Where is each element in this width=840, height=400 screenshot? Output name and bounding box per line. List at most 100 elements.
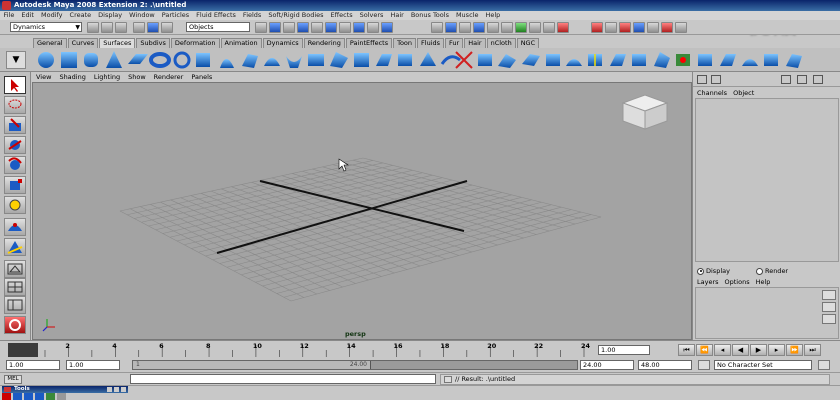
character-set-dropdown[interactable]: No Character Set	[714, 360, 812, 370]
nurbs-plane-icon[interactable]	[128, 54, 148, 64]
panel-menu-panels[interactable]: Panels	[187, 72, 216, 82]
save-scene-icon[interactable]	[115, 22, 127, 33]
object-menu[interactable]: Object	[733, 89, 760, 97]
panel-menu-shading[interactable]: Shading	[55, 72, 89, 82]
select-tool-icon[interactable]	[4, 76, 26, 94]
menu-modify[interactable]: Modify	[37, 11, 66, 20]
tab-painteffects[interactable]: PaintEffects	[345, 37, 393, 48]
scale-tool-icon[interactable]	[4, 176, 26, 194]
perspective-viewport[interactable]: persp	[32, 82, 692, 340]
create-layer-from-selected-icon[interactable]	[822, 302, 836, 312]
boundary-icon[interactable]	[330, 52, 348, 68]
menu-fields[interactable]: Fields	[239, 11, 264, 20]
show-manipulator-tool-icon[interactable]	[4, 238, 26, 256]
scale-tool-mini-icon[interactable]	[35, 393, 44, 400]
tab-animation[interactable]: Animation	[220, 37, 262, 48]
insert-isoparm-icon[interactable]	[588, 54, 602, 66]
channel-box-toggle-icon[interactable]	[675, 22, 687, 33]
tab-curves[interactable]: Curves	[67, 37, 99, 48]
script-editor-icon[interactable]	[444, 376, 452, 383]
menuset-dropdown[interactable]: Dynamics ▼	[10, 22, 82, 32]
menu-soft-rigid-bodies[interactable]: Soft/Rigid Bodies	[265, 11, 327, 20]
options-menu[interactable]: Options	[725, 278, 756, 286]
render-radio-icon[interactable]	[755, 267, 763, 275]
rotate-tool-icon[interactable]	[4, 156, 26, 174]
input-output-icon[interactable]	[501, 22, 513, 33]
tab-surfaces[interactable]: Surfaces	[99, 37, 136, 48]
construction-history-icon[interactable]	[515, 22, 527, 33]
rotate-tool-mini-icon[interactable]	[24, 393, 33, 400]
attach-surfaces-icon[interactable]	[498, 54, 516, 68]
render-layout-icon[interactable]	[4, 316, 26, 334]
manipulator-tool-icon[interactable]	[4, 196, 26, 214]
square-surface-icon[interactable]	[354, 53, 369, 67]
numeric-input-icon[interactable]	[605, 22, 617, 33]
menu-particles[interactable]: Particles	[158, 11, 192, 20]
auto-key-icon[interactable]	[818, 360, 830, 370]
mask-surfaces-icon[interactable]	[297, 22, 309, 33]
soft-mod-tool-icon[interactable]	[4, 218, 26, 236]
range-handle[interactable]: 1 24.00	[133, 361, 371, 369]
layers-menu[interactable]: Layers	[697, 278, 725, 286]
open-scene-icon[interactable]	[101, 22, 113, 33]
current-time-field[interactable]: 1.00	[598, 345, 650, 355]
quick-select-icon[interactable]	[591, 22, 603, 33]
current-frame-marker[interactable]	[8, 343, 38, 357]
lasso-tool-icon[interactable]	[4, 96, 26, 114]
mask-rendering-icon[interactable]	[339, 22, 351, 33]
menu-hair[interactable]: Hair	[387, 11, 407, 20]
tab-deformation[interactable]: Deformation	[170, 37, 220, 48]
character-icon[interactable]	[698, 360, 710, 370]
tab-rendering[interactable]: Rendering	[303, 37, 345, 48]
mask-dynamics-icon[interactable]	[325, 22, 337, 33]
channels-menu[interactable]: Channels	[697, 89, 733, 97]
bevel-icon[interactable]	[376, 54, 392, 66]
project-curve-icon[interactable]	[440, 55, 461, 65]
menu-effects[interactable]: Effects	[327, 11, 356, 20]
align-surfaces-icon[interactable]	[546, 54, 560, 66]
help-menu[interactable]: Help	[756, 278, 777, 286]
layer-editor-view-icon[interactable]	[711, 75, 721, 84]
panel-menu-renderer[interactable]: Renderer	[150, 72, 188, 82]
close-icon[interactable]	[121, 387, 126, 392]
step-forward-key-icon[interactable]: ▸	[768, 344, 785, 356]
rebuild-surfaces-icon[interactable]	[654, 52, 670, 68]
start-time-field[interactable]: 1.00	[6, 360, 60, 370]
snap-point-icon[interactable]	[459, 22, 471, 33]
range-end-field[interactable]: 48.00	[638, 360, 692, 370]
tab-toon[interactable]: Toon	[393, 37, 417, 48]
tab-subdivs[interactable]: Subdivs	[136, 37, 170, 48]
nurbs-torus-icon[interactable]	[149, 52, 171, 68]
end-time-field[interactable]: 24.00	[580, 360, 634, 370]
untrim-icon[interactable]	[478, 54, 492, 66]
mask-curves-icon[interactable]	[283, 22, 295, 33]
step-back-key-icon[interactable]: ◂	[714, 344, 731, 356]
paint-select-tool-icon[interactable]	[4, 116, 26, 134]
playback-range-bar[interactable]: 1 24.00	[132, 360, 578, 370]
go-to-end-icon[interactable]: ⏭	[804, 344, 821, 356]
range-start-field[interactable]: 1.00	[66, 360, 120, 370]
single-perspective-layout-icon[interactable]	[4, 260, 26, 278]
lock-selection-icon[interactable]	[367, 22, 379, 33]
offset-surfaces-icon[interactable]	[632, 54, 646, 66]
magnet-icon[interactable]	[661, 22, 673, 33]
surface-editing-icon[interactable]	[764, 54, 778, 66]
mask-misc-icon[interactable]	[353, 22, 365, 33]
rename-icon[interactable]	[619, 22, 631, 33]
tab-ncloth[interactable]: nCloth	[486, 37, 516, 48]
new-scene-icon[interactable]	[87, 22, 99, 33]
play-forwards-icon[interactable]: ▶	[750, 344, 767, 356]
tool-settings-toggle-icon[interactable]	[647, 22, 659, 33]
nurbs-cylinder-icon[interactable]	[84, 53, 98, 67]
manipulator-mini-icon[interactable]	[46, 393, 55, 400]
menu-create[interactable]: Create	[66, 11, 95, 20]
tab-general[interactable]: General	[33, 37, 67, 48]
step-forward-icon[interactable]: ⏩	[786, 344, 803, 356]
four-view-layout-icon[interactable]	[4, 278, 26, 296]
round-tool-icon[interactable]	[676, 54, 690, 66]
nurbs-circle-icon[interactable]	[173, 51, 191, 69]
move-tool-icon[interactable]	[4, 136, 26, 154]
channel-toggle-icon[interactable]	[781, 75, 791, 84]
nurbs-cone-icon[interactable]	[106, 51, 122, 68]
more-shelf-icon[interactable]	[786, 54, 802, 68]
